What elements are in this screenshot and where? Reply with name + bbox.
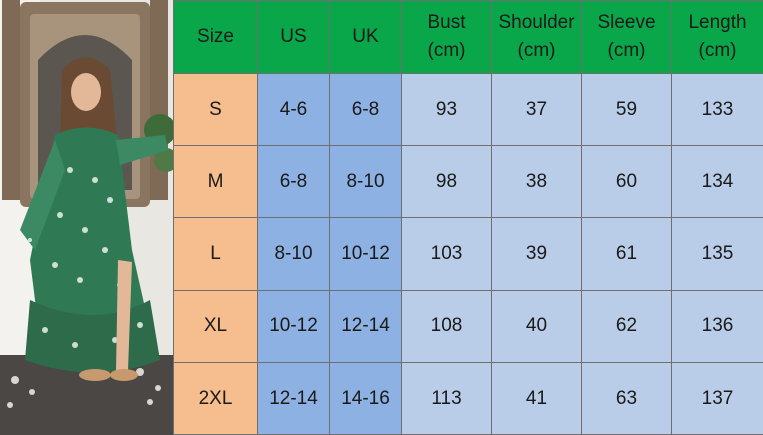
uk-size-cell: 10-12 [329,217,402,291]
length-cell: 134 [671,145,763,219]
header-bust-label: Bust [427,12,466,34]
table-row: 2XL 12-14 14-16 113 41 63 137 [173,361,763,435]
sleeve-cell: 62 [581,289,672,363]
size-cell: M [173,145,258,219]
header-us-label: US [280,26,307,48]
header-length: Length (cm) [671,0,763,74]
bust-cell: 98 [401,145,492,219]
length-cell: 133 [671,72,763,147]
header-shoulder-unit: (cm) [517,40,556,61]
sleeve-cell: 61 [581,217,672,291]
size-chart-table: Size US UK Bust (cm) Shoulder (cm) Sleeve (… [173,0,763,435]
shoulder-cell: 38 [491,145,582,219]
table-row: L 8-10 10-12 103 39 61 135 [173,217,763,291]
us-size-cell: 10-12 [257,289,330,363]
us-size-cell: 4-6 [257,72,330,147]
length-cell: 136 [671,289,763,363]
us-size-cell: 12-14 [257,361,330,435]
table-row: M 6-8 8-10 98 38 60 134 [173,145,763,219]
table-row: XL 10-12 12-14 108 40 62 136 [173,289,763,363]
header-sleeve-label: Sleeve [597,12,656,34]
shoulder-cell: 40 [491,289,582,363]
header-shoulder: Shoulder (cm) [491,0,582,74]
header-size-label: Size [197,26,234,48]
shoulder-cell: 37 [491,72,582,147]
uk-size-cell: 8-10 [329,145,402,219]
sleeve-cell: 59 [581,72,672,147]
header-uk-label: UK [352,26,379,48]
uk-size-cell: 6-8 [329,72,402,147]
bust-cell: 93 [401,72,492,147]
us-size-cell: 8-10 [257,217,330,291]
shoulder-cell: 39 [491,217,582,291]
table-row: S 4-6 6-8 93 37 59 133 [173,72,763,147]
bust-cell: 103 [401,217,492,291]
header-sleeve: Sleeve (cm) [581,0,672,74]
header-uk: UK [329,0,402,74]
sleeve-cell: 60 [581,145,672,219]
header-sleeve-unit: (cm) [607,40,646,61]
header-us: US [257,0,330,74]
sleeve-cell: 63 [581,361,672,435]
size-cell: L [173,217,258,291]
uk-size-cell: 12-14 [329,289,402,363]
header-shoulder-label: Shoulder [498,12,575,34]
bust-cell: 108 [401,289,492,363]
header-length-label: Length [688,12,747,34]
size-cell: 2XL [173,361,258,435]
header-size: Size [173,0,258,74]
size-cell: S [173,72,258,147]
length-cell: 137 [671,361,763,435]
header-bust: Bust (cm) [401,0,492,74]
header-length-unit: (cm) [698,40,737,61]
header-bust-unit: (cm) [427,40,466,61]
model-photo [0,0,173,435]
shoulder-cell: 41 [491,361,582,435]
length-cell: 135 [671,217,763,291]
size-cell: XL [173,289,258,363]
us-size-cell: 6-8 [257,145,330,219]
uk-size-cell: 14-16 [329,361,402,435]
header-row: Size US UK Bust (cm) Shoulder (cm) Sleeve (… [173,0,763,74]
bust-cell: 113 [401,361,492,435]
